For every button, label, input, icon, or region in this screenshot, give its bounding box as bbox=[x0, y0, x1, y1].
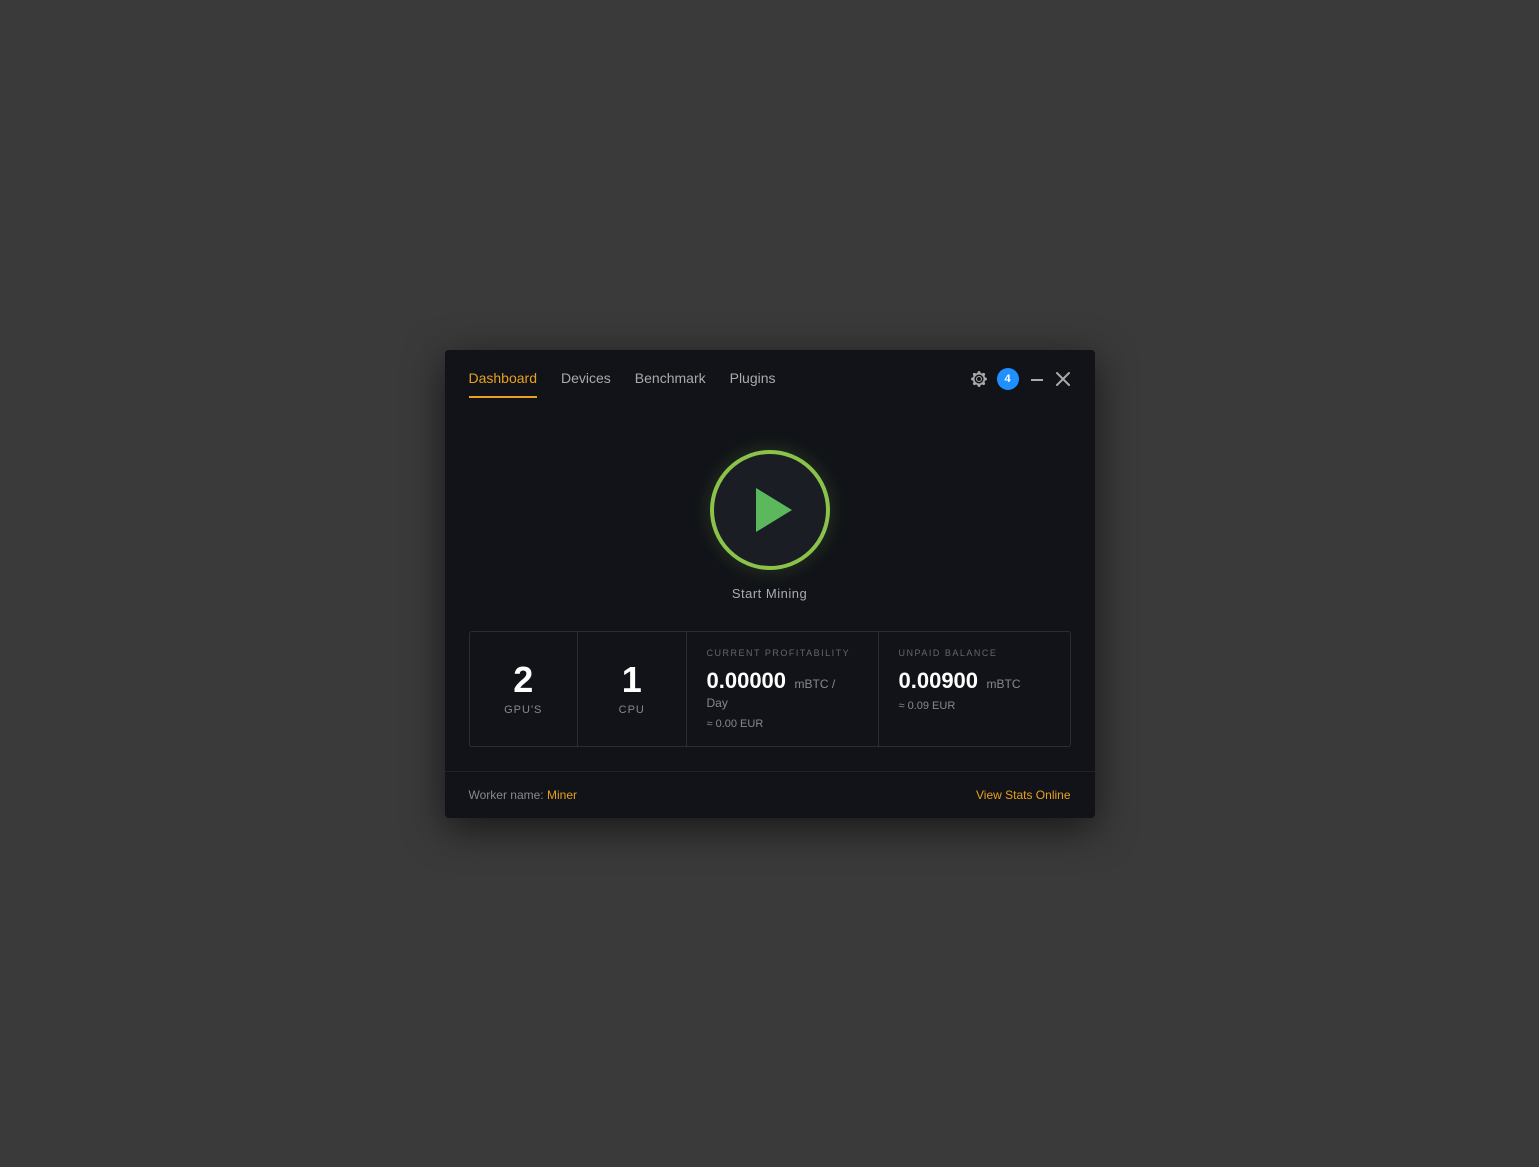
footer-bar: Worker name: Miner View Stats Online bbox=[445, 771, 1095, 818]
nav-devices[interactable]: Devices bbox=[561, 370, 611, 398]
gpu-count-card: 2 GPU'S bbox=[470, 632, 579, 746]
balance-value: 0.00900 bbox=[899, 668, 979, 693]
balance-value-row: 0.00900 mBTC bbox=[899, 668, 1050, 694]
nav-links: Dashboard Devices Benchmark Plugins bbox=[469, 370, 776, 398]
balance-unit: mBTC bbox=[986, 677, 1020, 691]
gpu-count-label: GPU'S bbox=[504, 704, 542, 716]
start-mining-button[interactable] bbox=[710, 450, 830, 570]
profitability-card: CURRENT PROFITABILITY 0.00000 mBTC / Day… bbox=[687, 632, 879, 746]
gear-icon bbox=[971, 371, 987, 387]
profitability-eur: ≈ 0.00 EUR bbox=[707, 718, 858, 730]
stats-row: 2 GPU'S 1 CPU CURRENT PROFITABILITY 0.00… bbox=[469, 631, 1071, 747]
minimize-icon bbox=[1029, 371, 1045, 387]
close-icon bbox=[1055, 371, 1071, 387]
nav-plugins[interactable]: Plugins bbox=[730, 370, 776, 398]
settings-button[interactable] bbox=[971, 371, 987, 387]
balance-section-label: UNPAID BALANCE bbox=[899, 648, 1050, 658]
notification-badge[interactable]: 4 bbox=[997, 368, 1019, 390]
balance-card: UNPAID BALANCE 0.00900 mBTC ≈ 0.09 EUR bbox=[879, 632, 1070, 746]
cpu-count-label: CPU bbox=[619, 704, 645, 716]
main-content: Start Mining 2 GPU'S 1 CPU CURRENT PROFI… bbox=[445, 400, 1095, 771]
view-stats-link[interactable]: View Stats Online bbox=[976, 788, 1071, 802]
nav-dashboard[interactable]: Dashboard bbox=[469, 370, 538, 398]
cpu-count-card: 1 CPU bbox=[578, 632, 687, 746]
play-icon bbox=[756, 488, 792, 532]
worker-name: Miner bbox=[547, 788, 577, 802]
profitability-value: 0.00000 bbox=[707, 668, 787, 693]
gpu-count-value: 2 bbox=[513, 662, 533, 698]
mining-section: Start Mining bbox=[469, 430, 1071, 631]
app-window: Dashboard Devices Benchmark Plugins 4 bbox=[445, 350, 1095, 818]
balance-eur: ≈ 0.09 EUR bbox=[899, 700, 1050, 712]
close-button[interactable] bbox=[1055, 371, 1071, 387]
minimize-button[interactable] bbox=[1029, 371, 1045, 387]
profitability-value-row: 0.00000 mBTC / Day bbox=[707, 668, 858, 712]
worker-label: Worker name: Miner bbox=[469, 788, 578, 802]
start-mining-label: Start Mining bbox=[732, 586, 807, 601]
nav-benchmark[interactable]: Benchmark bbox=[635, 370, 706, 398]
profitability-section-label: CURRENT PROFITABILITY bbox=[707, 648, 858, 658]
cpu-count-value: 1 bbox=[622, 662, 642, 698]
nav-bar: Dashboard Devices Benchmark Plugins 4 bbox=[445, 350, 1095, 400]
nav-controls: 4 bbox=[971, 368, 1071, 400]
